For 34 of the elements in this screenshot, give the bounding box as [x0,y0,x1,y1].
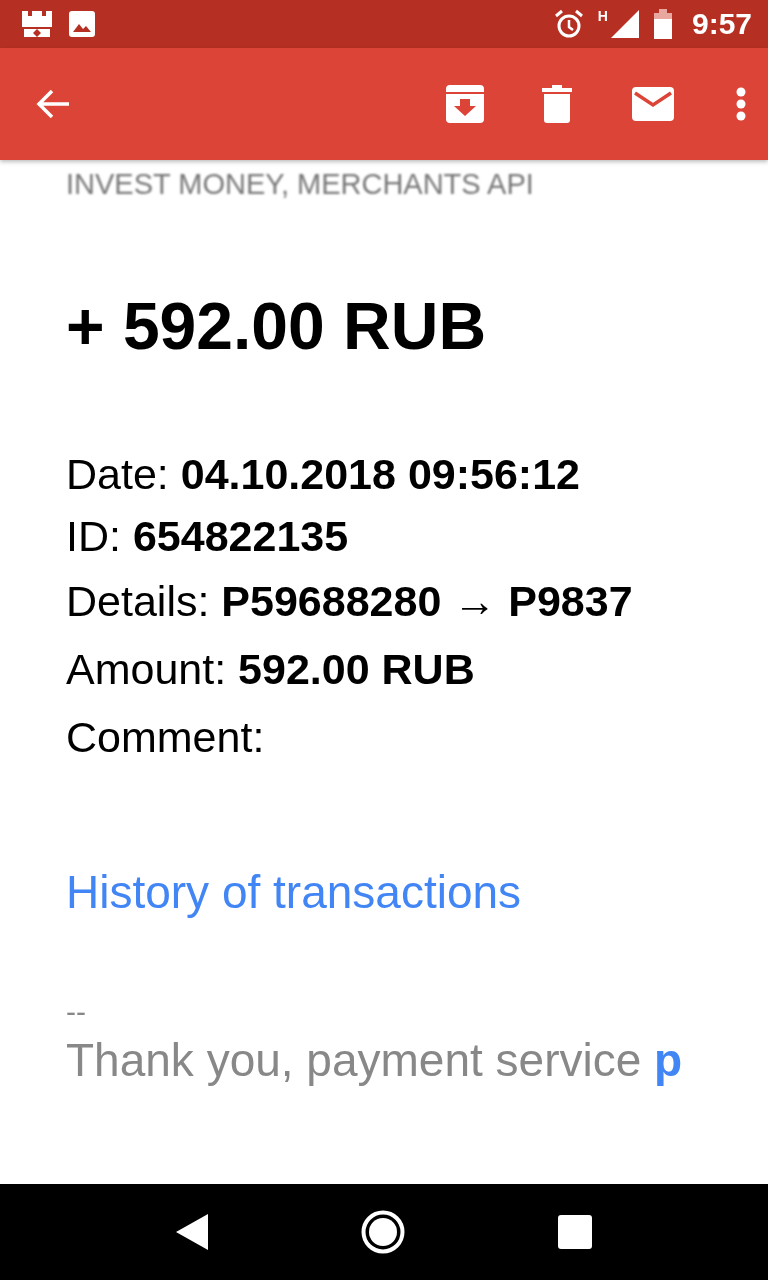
detail-line: Amount: 592.00 RUB [66,644,476,695]
delete-button[interactable] [542,85,572,123]
signal-icon [609,9,640,39]
signature-separator: -- [66,995,87,1029]
back-button[interactable] [36,89,70,119]
detail-line: ID: 654822135 [66,511,350,562]
archive-icon [446,85,484,123]
image-icon [68,10,96,38]
crown-icon [20,9,54,39]
sender-heading: INVEST MONEY, MERCHANTS API [66,168,535,201]
detail-line: Details: P59688280 → P9837 [66,576,634,627]
thanks-line: Thank you, payment service p [66,1033,684,1087]
home-button[interactable] [361,1210,405,1254]
detail-line: Comment: [66,712,266,763]
back-arrow-icon [36,89,70,119]
clock-time: 9:57 [691,7,752,41]
recents-button[interactable] [557,1215,592,1249]
alarm-icon [553,9,584,39]
mail-icon [632,87,674,121]
triangle-back-icon [176,1214,209,1250]
history-link[interactable]: History of transactions [66,865,522,919]
home-circle-icon [361,1210,405,1254]
battery-icon [653,9,672,39]
more-icon [736,87,746,121]
more-button[interactable] [736,87,746,121]
amount-heading: + 592.00 RUB [66,293,488,359]
nav-back-button[interactable] [176,1214,209,1250]
detail-line: Date: 04.10.2018 09:56:12 [66,449,582,500]
mark-unread-button[interactable] [632,87,674,121]
trash-icon [542,85,572,123]
network-type: H [597,8,608,24]
archive-button[interactable] [446,85,484,123]
square-icon [557,1215,592,1249]
service-link[interactable]: p [654,1034,683,1086]
